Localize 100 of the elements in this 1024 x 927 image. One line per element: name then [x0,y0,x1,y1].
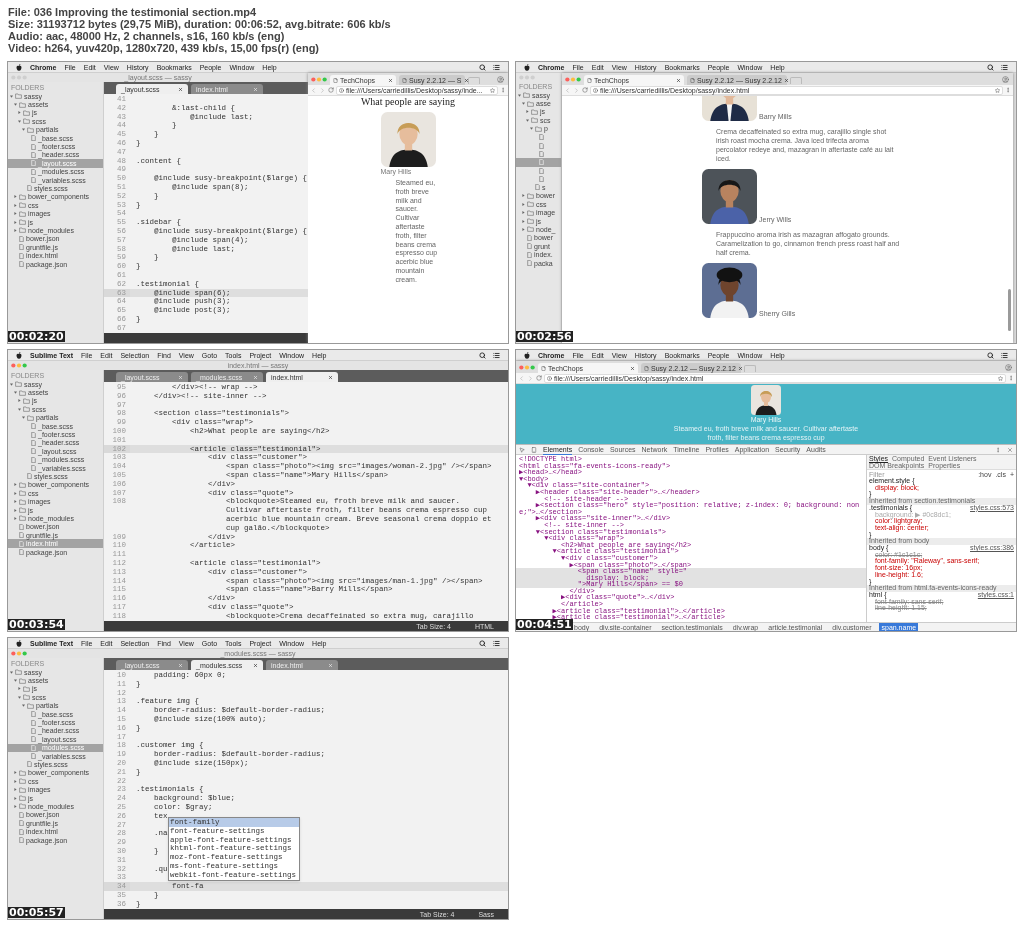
page-icon [402,77,407,83]
timestamp: 00:04:51 [516,619,573,630]
close-icon[interactable] [388,77,393,83]
window-controls-icon[interactable] [311,76,327,82]
bookmark-star-icon[interactable] [490,87,495,93]
list-icon[interactable] [493,351,500,359]
close-icon[interactable] [1007,446,1013,453]
page-icon [644,365,649,371]
window-controls-icon[interactable] [519,364,535,370]
info-icon[interactable] [593,87,598,93]
list-icon[interactable] [493,639,500,647]
apple-logo-icon[interactable] [16,639,22,647]
device-icon[interactable] [531,446,537,453]
disclosure-triangle-icon[interactable] [22,416,25,420]
disclosure-triangle-icon[interactable] [518,93,521,97]
disclosure-triangle-icon[interactable] [18,119,21,123]
disclosure-triangle-icon[interactable] [18,407,21,411]
disclosure-triangle-icon[interactable] [18,695,21,699]
disclosure-triangle-icon[interactable] [522,194,525,198]
page-icon [587,77,592,83]
search-icon[interactable] [479,639,486,647]
disclosure-triangle-icon[interactable] [522,202,525,206]
disclosure-triangle-icon[interactable] [14,804,17,808]
section-heading: What people are saying [360,96,456,107]
apple-logo-icon[interactable] [16,63,22,71]
disclosure-triangle-icon[interactable] [522,102,525,106]
disclosure-triangle-icon[interactable] [14,491,17,495]
disclosure-triangle-icon[interactable] [14,228,17,232]
disclosure-triangle-icon[interactable] [14,779,17,783]
disclosure-triangle-icon[interactable] [14,203,17,207]
disclosure-triangle-icon[interactable] [14,212,17,216]
close-icon[interactable] [737,365,743,371]
close-icon[interactable] [463,77,469,83]
disclosure-triangle-icon[interactable] [14,516,17,520]
timestamp: 00:02:56 [516,331,573,342]
disclosure-triangle-icon[interactable] [10,382,13,386]
disclosure-triangle-icon[interactable] [522,227,525,231]
close-icon[interactable] [253,662,258,668]
disclosure-triangle-icon[interactable] [18,111,21,115]
search-icon[interactable] [479,351,486,359]
apple-logo-icon[interactable] [16,351,22,359]
disclosure-triangle-icon[interactable] [14,679,17,683]
menu-icon[interactable] [500,87,506,93]
reload-icon[interactable] [582,87,588,93]
menu-icon[interactable] [1005,87,1011,93]
disclosure-triangle-icon[interactable] [526,118,529,122]
list-icon[interactable] [1001,351,1008,359]
disclosure-triangle-icon[interactable] [14,771,17,775]
info-text: Video: h264, yuv420p, 1280x720, 439 kb/s, 15,00 fps(r) (eng) [8,42,320,54]
info-text: File: 036 Improving the testimonial section.mp4 [8,6,258,18]
info-icon[interactable] [339,87,344,93]
profile-icon[interactable] [1002,75,1009,83]
disclosure-triangle-icon[interactable] [14,788,17,792]
disclosure-triangle-icon[interactable] [22,128,25,132]
reload-icon[interactable] [536,375,542,381]
disclosure-triangle-icon[interactable] [14,508,17,512]
disclosure-triangle-icon[interactable] [14,220,17,224]
disclosure-triangle-icon[interactable] [14,796,17,800]
list-icon[interactable] [1001,63,1008,71]
disclosure-triangle-icon[interactable] [526,110,529,114]
info-icon[interactable] [547,375,552,381]
info-text: Size: 31193712 bytes (29,75 MiB), duration: 00:06:52, avg.bitrate: 606 kb/s [8,18,392,30]
disclosure-triangle-icon[interactable] [14,391,17,395]
disclosure-triangle-icon[interactable] [14,500,17,504]
search-icon[interactable] [987,351,994,359]
timestamp: 00:02:20 [8,331,65,342]
disclosure-triangle-icon[interactable] [18,399,21,403]
close-icon[interactable] [328,374,333,380]
close-icon[interactable] [676,77,681,83]
profile-icon[interactable] [497,75,504,83]
profile-icon[interactable] [1005,363,1012,371]
disclosure-triangle-icon[interactable] [14,483,17,487]
apple-logo-icon[interactable] [524,63,530,71]
disclosure-triangle-icon[interactable] [10,94,13,98]
disclosure-triangle-icon[interactable] [14,103,17,107]
disclosure-triangle-icon[interactable] [10,670,13,674]
disclosure-triangle-icon[interactable] [522,219,525,223]
info-text: Audio: aac, 48000 Hz, 2 channels, s16, 160 kb/s (eng) [8,30,286,42]
reload-icon[interactable] [328,87,334,93]
menu-icon[interactable] [1008,375,1014,381]
window-controls-icon[interactable] [565,76,581,82]
disclosure-triangle-icon[interactable] [522,211,525,215]
disclosure-triangle-icon[interactable] [22,704,25,708]
more-icon[interactable] [995,446,1001,453]
close-icon[interactable] [630,365,635,371]
disclosure-triangle-icon[interactable] [18,687,21,691]
search-icon[interactable] [479,63,486,71]
inspect-icon[interactable] [519,446,525,453]
page-icon [333,77,338,83]
disclosure-triangle-icon[interactable] [14,195,17,199]
close-icon[interactable] [178,86,183,92]
close-icon[interactable] [783,77,789,83]
search-icon[interactable] [987,63,994,71]
apple-logo-icon[interactable] [524,351,530,359]
bookmark-star-icon[interactable] [995,87,1000,93]
page-icon [541,365,546,371]
list-icon[interactable] [493,63,500,71]
scrollbar[interactable] [1008,289,1011,331]
bookmark-star-icon[interactable] [998,375,1003,381]
disclosure-triangle-icon[interactable] [530,127,533,131]
